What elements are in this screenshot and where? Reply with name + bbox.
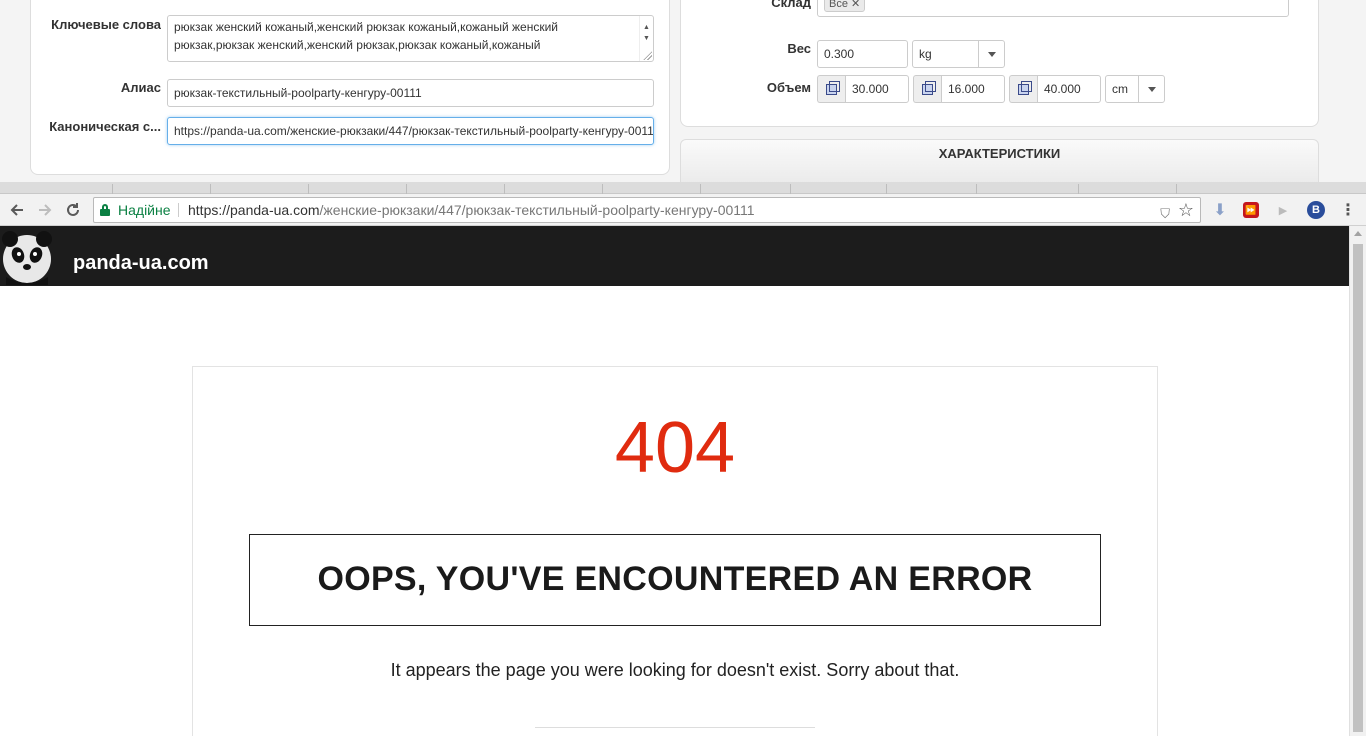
shield-icon[interactable]: ⛉	[1160, 202, 1170, 226]
tab[interactable]	[602, 184, 603, 194]
divider	[535, 727, 815, 728]
star-icon[interactable]: ☆	[1178, 198, 1194, 222]
weight-label: Вес	[787, 41, 811, 56]
download-icon[interactable]: ⬇	[1210, 200, 1230, 220]
warehouse-select[interactable]: Все ✕	[817, 0, 1289, 17]
secure-label[interactable]: Надійне	[118, 198, 171, 222]
cube-icon	[817, 75, 845, 103]
browser-toolbar: Надійне https://panda-ua.com/женские-рюк…	[0, 194, 1366, 226]
address-bar[interactable]: Надійне https://panda-ua.com/женские-рюк…	[93, 197, 1201, 223]
textarea-scrollbar[interactable]: ▲ ▼	[639, 16, 653, 61]
tab[interactable]	[1176, 184, 1177, 194]
volume-label: Объем	[766, 80, 811, 95]
admin-window: Ключевые слова рюкзак женский кожаный,же…	[0, 0, 1366, 182]
extension-b-icon[interactable]: B	[1306, 200, 1326, 220]
seo-panel: Ключевые слова рюкзак женский кожаный,же…	[30, 0, 670, 175]
scroll-down-icon[interactable]: ▼	[643, 30, 650, 48]
shipping-panel: Склад Все ✕ Вес 0.300 kg Объем 30.000 16…	[680, 0, 1319, 127]
tab[interactable]	[1078, 184, 1079, 194]
weight-input[interactable]: 0.300	[817, 40, 908, 68]
height-input[interactable]: 40.000	[1037, 75, 1101, 103]
remove-tag-icon[interactable]: ✕	[851, 0, 860, 10]
cube-icon	[913, 75, 941, 103]
kebab-menu-icon[interactable]: ⋮	[1338, 200, 1358, 220]
canonical-label: Каноническая с...	[49, 119, 161, 134]
tab[interactable]	[406, 184, 407, 194]
chevron-down-icon[interactable]	[1138, 76, 1164, 102]
cube-icon	[1009, 75, 1037, 103]
characteristics-header[interactable]: ХАРАКТЕРИСТИКИ	[680, 139, 1319, 182]
tab[interactable]	[504, 184, 505, 194]
resize-grip-icon[interactable]	[643, 51, 652, 60]
volume-unit-value: cm	[1112, 82, 1128, 96]
alias-label: Алиас	[120, 80, 161, 95]
chevron-down-icon[interactable]	[978, 41, 1004, 67]
extension-red-icon[interactable]: ⏩	[1241, 200, 1261, 220]
weight-unit-value: kg	[919, 47, 932, 61]
site-name[interactable]: panda-ua.com	[73, 252, 209, 275]
address-separator	[178, 203, 179, 217]
arrow-left-icon[interactable]	[4, 197, 30, 223]
scrollbar-thumb[interactable]	[1353, 244, 1363, 732]
error-title: OOPS, YOU'VE ENCOUNTERED AN ERROR	[317, 560, 1033, 598]
scroll-up-icon[interactable]	[1354, 231, 1362, 236]
width-input[interactable]: 16.000	[941, 75, 1005, 103]
play-icon[interactable]: ▶	[1273, 200, 1293, 220]
error-code: 404	[614, 408, 736, 488]
tab[interactable]	[308, 184, 309, 194]
error-title-box: OOPS, YOU'VE ENCOUNTERED AN ERROR	[249, 534, 1101, 626]
tab[interactable]	[210, 184, 211, 194]
reload-icon[interactable]	[60, 197, 86, 223]
volume-unit-select[interactable]: cm	[1105, 75, 1165, 103]
error-card: 404 OOPS, YOU'VE ENCOUNTERED AN ERROR It…	[192, 366, 1158, 736]
weight-unit-select[interactable]: kg	[912, 40, 1005, 68]
keywords-textarea[interactable]: рюкзак женский кожаный,женский рюкзак ко…	[167, 15, 654, 62]
error-message: It appears the page you were looking for…	[390, 660, 960, 680]
tab[interactable]	[790, 184, 791, 194]
panda-logo-icon[interactable]	[0, 229, 54, 285]
url-host: https://panda-ua.com	[188, 202, 320, 218]
alias-input[interactable]: рюкзак-текстильный-poolparty-кенгуру-001…	[167, 79, 654, 107]
tab[interactable]	[886, 184, 887, 194]
url-path: /женские-рюкзаки/447/рюкзак-текстильный-…	[319, 202, 755, 218]
tab[interactable]	[700, 184, 701, 194]
tab[interactable]	[976, 184, 977, 194]
warehouse-tag-label: Все	[829, 0, 848, 10]
site-header: panda-ua.com	[0, 226, 1349, 286]
length-input[interactable]: 30.000	[845, 75, 909, 103]
lock-icon[interactable]	[100, 204, 110, 216]
warehouse-label: Склад	[771, 0, 811, 9]
keywords-value: рюкзак женский кожаный,женский рюкзак ко…	[174, 20, 558, 52]
arrow-right-icon[interactable]	[32, 197, 58, 223]
url-text[interactable]: https://panda-ua.com/женские-рюкзаки/447…	[188, 198, 755, 222]
tab[interactable]	[112, 184, 113, 194]
warehouse-tag[interactable]: Все ✕	[824, 0, 866, 12]
tab-strip[interactable]	[0, 182, 1366, 194]
keywords-label: Ключевые слова	[51, 17, 161, 32]
web-page: panda-ua.com 404 OOPS, YOU'VE ENCOUNTERE…	[0, 226, 1349, 736]
page-scrollbar[interactable]	[1349, 226, 1366, 736]
canonical-url-input[interactable]: https://panda-ua.com/женские-рюкзаки/447…	[167, 117, 654, 145]
